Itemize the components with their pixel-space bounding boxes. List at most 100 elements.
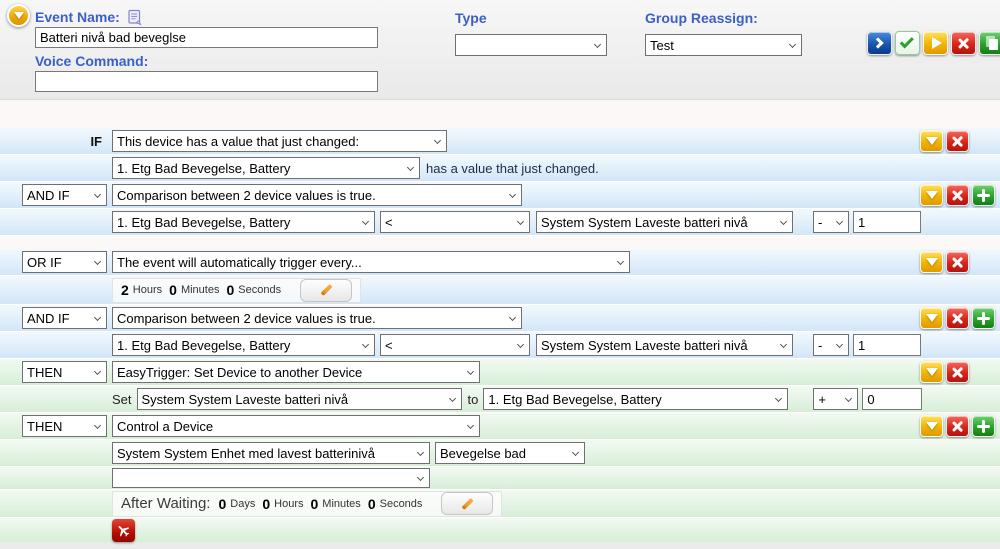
offset-operator-select[interactable]: - [813, 334, 849, 356]
triangle-down-icon [925, 137, 938, 145]
chevron-down-icon [93, 421, 102, 430]
collapse-condition-button[interactable] [920, 184, 943, 206]
action-join-select[interactable]: THEN [22, 415, 107, 437]
condition-join-select[interactable]: AND IF [22, 184, 107, 206]
chevron-right-icon [872, 37, 884, 49]
play-icon [931, 37, 942, 49]
airplane-action-button[interactable] [112, 518, 135, 542]
chevron-down-icon [616, 257, 625, 266]
edit-after-waiting-button[interactable] [441, 492, 494, 515]
run-event-button[interactable] [867, 31, 892, 55]
triangle-down-icon [925, 258, 938, 266]
chevron-down-icon [788, 40, 797, 49]
copy-event-button[interactable] [979, 31, 1000, 55]
chevron-down-icon [416, 448, 425, 457]
triangle-down-icon [925, 191, 938, 199]
to-label: to [467, 391, 479, 407]
x-icon [951, 366, 964, 379]
type-select[interactable] [455, 34, 607, 56]
delete-action-button[interactable] [946, 415, 969, 437]
pencil-icon [461, 497, 474, 510]
collapse-event-button[interactable] [7, 4, 30, 27]
chevron-down-icon [779, 340, 788, 349]
after-waiting-display: After Waiting: 0 Days 0 Hours 0 Minutes … [112, 490, 503, 517]
chevron-down-icon [93, 367, 102, 376]
comparison-device-a-select[interactable]: 1. Etg Bad Bevegelse, Battery [112, 211, 375, 233]
action-type-select[interactable]: Control a Device [112, 415, 480, 437]
offset-value-input[interactable] [853, 211, 921, 233]
add-action-button[interactable] [972, 415, 995, 437]
chevron-down-icon [361, 217, 370, 226]
event-name-input[interactable] [35, 27, 378, 48]
comparison-operator-select[interactable]: < [380, 334, 530, 356]
collapse-action-button[interactable] [920, 415, 943, 437]
chevron-down-icon [448, 394, 456, 403]
voice-command-input[interactable] [35, 71, 378, 92]
chevron-down-icon [779, 217, 788, 226]
collapse-condition-button[interactable] [920, 307, 943, 329]
collapse-action-button[interactable] [920, 361, 943, 383]
condition-join-select[interactable]: AND IF [22, 307, 107, 329]
chevron-down-icon [406, 163, 415, 172]
delete-condition-button[interactable] [946, 130, 969, 152]
chevron-down-icon [433, 136, 442, 145]
chevron-down-icon [93, 190, 102, 199]
chevron-down-icon [508, 190, 517, 199]
and-if-block-2: AND IF Comparison between 2 device value… [0, 305, 1000, 359]
offset-value-input[interactable] [862, 388, 923, 410]
edit-interval-button[interactable] [300, 278, 353, 302]
comparison-device-a-select[interactable]: 1. Etg Bad Bevegelse, Battery [112, 334, 375, 356]
voice-command-label: Voice Command: [35, 53, 149, 69]
then-block-1: THEN EasyTrigger: Set Device to another … [0, 359, 1000, 413]
add-condition-button[interactable] [972, 307, 995, 329]
plus-icon [977, 311, 990, 325]
chevron-down-icon [416, 473, 425, 482]
delete-event-button[interactable] [951, 31, 976, 55]
if-device-select[interactable]: 1. Etg Bad Bevegelse, Battery [112, 157, 420, 179]
plus-icon [977, 188, 990, 202]
condition-type-select[interactable]: Comparison between 2 device values is tr… [112, 184, 522, 206]
collapse-condition-button[interactable] [920, 130, 943, 152]
save-event-button[interactable] [895, 31, 920, 55]
triangle-down-icon [925, 368, 938, 376]
chevron-down-icon [508, 313, 517, 322]
comparison-device-b-select[interactable]: System System Laveste batteri nivå [536, 211, 793, 233]
delete-condition-button[interactable] [946, 307, 969, 329]
group-reassign-section: Group Reassign: Test [645, 10, 802, 56]
control-action-select[interactable]: Bevegelse bad [435, 442, 585, 464]
event-rules: IF This device has a value that just cha… [0, 100, 1000, 542]
offset-operator-select[interactable]: + [813, 388, 859, 410]
delete-condition-button[interactable] [946, 184, 969, 206]
offset-operator-select[interactable]: - [813, 211, 849, 233]
comparison-device-b-select[interactable]: System System Laveste batteri nivå [536, 334, 793, 356]
group-reassign-select[interactable]: Test [645, 34, 802, 56]
condition-type-select[interactable]: Comparison between 2 device values is tr… [112, 307, 522, 329]
action-join-select[interactable]: THEN [22, 361, 107, 383]
condition-type-select[interactable]: The event will automatically trigger eve… [112, 251, 630, 273]
control-extra-select[interactable] [112, 468, 430, 488]
event-header: Event Name: Voice Command: Type [0, 0, 1000, 100]
event-name-label: Event Name: [35, 9, 120, 25]
if-trigger-type-select[interactable]: This device has a value that just change… [112, 130, 447, 152]
action-type-select[interactable]: EasyTrigger: Set Device to another Devic… [112, 361, 480, 383]
set-source-device-select[interactable]: 1. Etg Bad Bevegelse, Battery [483, 388, 789, 410]
set-target-device-select[interactable]: System System Laveste batteri nivå [136, 388, 462, 410]
triangle-down-icon [925, 422, 938, 430]
triangle-down-icon [925, 314, 938, 322]
x-icon [951, 312, 964, 325]
control-device-select[interactable]: System System Enhet med lavest batterini… [112, 442, 430, 464]
delete-condition-button[interactable] [946, 251, 969, 273]
airplane-icon [118, 525, 130, 537]
trigger-event-button[interactable] [923, 31, 948, 55]
comparison-operator-select[interactable]: < [380, 211, 530, 233]
then-block-2: THEN Control a Device System System Enhe… [0, 413, 1000, 542]
group-reassign-label: Group Reassign: [645, 10, 758, 26]
chevron-down-icon [93, 313, 102, 322]
if-row-device: 1. Etg Bad Bevegelse, Battery has a valu… [0, 155, 1000, 182]
add-condition-button[interactable] [972, 184, 995, 206]
offset-value-input[interactable] [853, 334, 921, 356]
delete-action-button[interactable] [946, 361, 969, 383]
condition-join-select[interactable]: OR IF [22, 251, 107, 273]
chevron-down-icon [361, 340, 370, 349]
collapse-condition-button[interactable] [920, 251, 943, 273]
